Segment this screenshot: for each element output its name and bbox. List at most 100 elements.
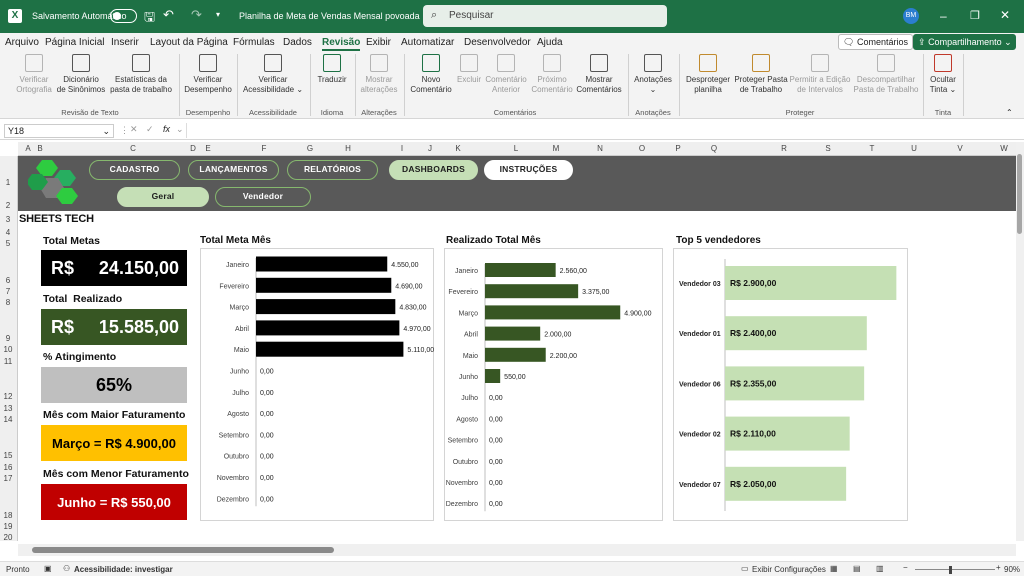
unshare-workbook-button[interactable]: Descompartilhar Pasta de Trabalho (852, 54, 920, 95)
scroll-thumb[interactable] (32, 547, 334, 553)
tab-dados[interactable]: Dados (283, 37, 312, 48)
column-header[interactable]: F (254, 144, 274, 153)
excel-icon[interactable]: X (8, 9, 22, 23)
hide-ink-button[interactable]: Ocultar Tinta ⌄ (926, 54, 960, 95)
column-header[interactable]: W (994, 144, 1014, 153)
customize-qat-icon[interactable]: ▾ (216, 10, 220, 19)
subtab-geral[interactable]: Geral (117, 187, 209, 207)
column-header[interactable]: O (632, 144, 652, 153)
column-header[interactable]: L (506, 144, 526, 153)
spelling-button[interactable]: Verificar Ortografia (12, 54, 56, 95)
row-header[interactable]: 6 (0, 276, 16, 285)
row-header[interactable]: 20 (0, 533, 16, 542)
row-header[interactable]: 15 (0, 451, 16, 460)
tab-ajuda[interactable]: Ajuda (537, 37, 563, 48)
notes-button[interactable]: Anotações ⌄ (631, 54, 675, 95)
column-header[interactable]: T (862, 144, 882, 153)
column-header[interactable]: U (904, 144, 924, 153)
column-header[interactable]: P (668, 144, 688, 153)
allow-edit-ranges-button[interactable]: Permitir a Edição de Intervalos (787, 54, 853, 95)
restore-icon[interactable]: ❐ (970, 9, 980, 22)
column-header[interactable]: J (420, 144, 440, 153)
tab-arquivo[interactable]: Arquivo (5, 37, 39, 48)
show-comments-button[interactable]: Mostrar Comentários (574, 54, 624, 95)
macro-icon[interactable]: ▣ (44, 564, 52, 573)
next-comment-button[interactable]: Próximo Comentário (529, 54, 575, 95)
tab-inserir[interactable]: Inserir (111, 37, 139, 48)
delete-comment-button[interactable]: Excluir (454, 54, 484, 85)
autosave-toggle[interactable] (110, 9, 137, 23)
vertical-scrollbar[interactable] (1016, 142, 1024, 541)
check-accessibility-button[interactable]: Verificar Acessibilidade ⌄ (240, 54, 306, 95)
nav-tab-dashboards[interactable]: DASHBOARDS (389, 160, 478, 180)
unprotect-sheet-button[interactable]: Desproteger planilha (682, 54, 734, 95)
nav-tab-relatorios[interactable]: RELATÓRIOS (287, 160, 378, 180)
row-header[interactable]: 19 (0, 522, 16, 531)
row-header[interactable]: 4 (0, 228, 16, 237)
column-header[interactable]: K (448, 144, 468, 153)
row-header[interactable]: 18 (0, 511, 16, 520)
zoom-in-icon[interactable]: + (996, 563, 1001, 572)
avatar[interactable]: BM (903, 8, 919, 24)
column-header[interactable]: B (30, 144, 50, 153)
nav-tab-lancamentos[interactable]: LANÇAMENTOS (188, 160, 279, 180)
scroll-thumb[interactable] (1017, 154, 1022, 234)
tab-revisao[interactable]: Revisão (322, 37, 361, 51)
row-header[interactable]: 13 (0, 404, 16, 413)
row-header[interactable]: 2 (0, 201, 16, 210)
column-header[interactable]: I (392, 144, 412, 153)
minimize-icon[interactable]: – (940, 9, 947, 23)
column-header[interactable]: C (123, 144, 143, 153)
file-name[interactable]: Planilha de Meta de Vendas Mensal povoad… (239, 11, 430, 22)
column-header[interactable]: M (546, 144, 566, 153)
search-box[interactable]: ⌕ Pesquisar (423, 5, 667, 27)
formula-input[interactable] (186, 123, 1016, 138)
protect-workbook-button[interactable]: Proteger Pasta de Trabalho (733, 54, 789, 95)
zoom-out-icon[interactable]: − (903, 563, 908, 572)
nav-tab-cadastro[interactable]: CADASTRO (89, 160, 180, 180)
check-performance-button[interactable]: Verificar Desempenho (182, 54, 234, 95)
row-header[interactable]: 11 (0, 357, 16, 366)
row-header[interactable]: 8 (0, 298, 16, 307)
nav-tab-instrucoes[interactable]: INSTRUÇÕES (484, 160, 573, 180)
collapse-ribbon-icon[interactable]: ⌃ (1006, 108, 1013, 117)
previous-comment-button[interactable]: Comentário Anterior (482, 54, 530, 95)
show-changes-button[interactable]: Mostrar alterações (357, 54, 401, 95)
translate-button[interactable]: Traduzir (313, 54, 351, 85)
close-icon[interactable]: ✕ (1000, 8, 1010, 22)
display-settings[interactable]: Exibir Configurações (752, 565, 826, 574)
comments-button[interactable]: 🗨 Comentários (838, 34, 913, 50)
column-header[interactable]: Q (704, 144, 724, 153)
cancel-icon[interactable]: ✕ (130, 124, 138, 135)
row-header[interactable]: 3 (0, 215, 16, 224)
column-header[interactable]: E (198, 144, 218, 153)
column-header[interactable]: N (590, 144, 610, 153)
row-header[interactable]: 12 (0, 392, 16, 401)
accessibility-status[interactable]: Acessibilidade: investigar (74, 565, 173, 574)
row-header[interactable]: 1 (0, 178, 16, 187)
new-comment-button[interactable]: Novo Comentário (407, 54, 455, 95)
row-header[interactable]: 17 (0, 474, 16, 483)
thesaurus-button[interactable]: Dicionário de Sinônimos (56, 54, 106, 95)
column-header[interactable]: G (300, 144, 320, 153)
page-break-icon[interactable]: ▥ (876, 564, 884, 573)
row-header[interactable]: 10 (0, 345, 16, 354)
zoom-slider[interactable] (915, 566, 995, 574)
row-header[interactable]: 5 (0, 239, 16, 248)
row-header[interactable]: 14 (0, 415, 16, 424)
enter-icon[interactable]: ✓ (146, 124, 154, 135)
tab-automatizar[interactable]: Automatizar (401, 37, 454, 48)
zoom-level[interactable]: 90% (1004, 565, 1020, 574)
save-icon[interactable]: 🖫 (144, 8, 155, 30)
name-box[interactable]: Y18 ⌄ (4, 124, 114, 138)
row-header[interactable]: 9 (0, 334, 16, 343)
row-header[interactable]: 16 (0, 463, 16, 472)
undo-icon[interactable]: ↶ (163, 7, 174, 23)
redo-icon[interactable]: ↷ (191, 7, 202, 23)
subtab-vendedor[interactable]: Vendedor (215, 187, 311, 207)
tab-formulas[interactable]: Fórmulas (233, 37, 275, 48)
column-header[interactable]: R (774, 144, 794, 153)
row-header[interactable]: 7 (0, 287, 16, 296)
horizontal-scrollbar[interactable] (18, 544, 1016, 556)
column-header[interactable]: S (818, 144, 838, 153)
